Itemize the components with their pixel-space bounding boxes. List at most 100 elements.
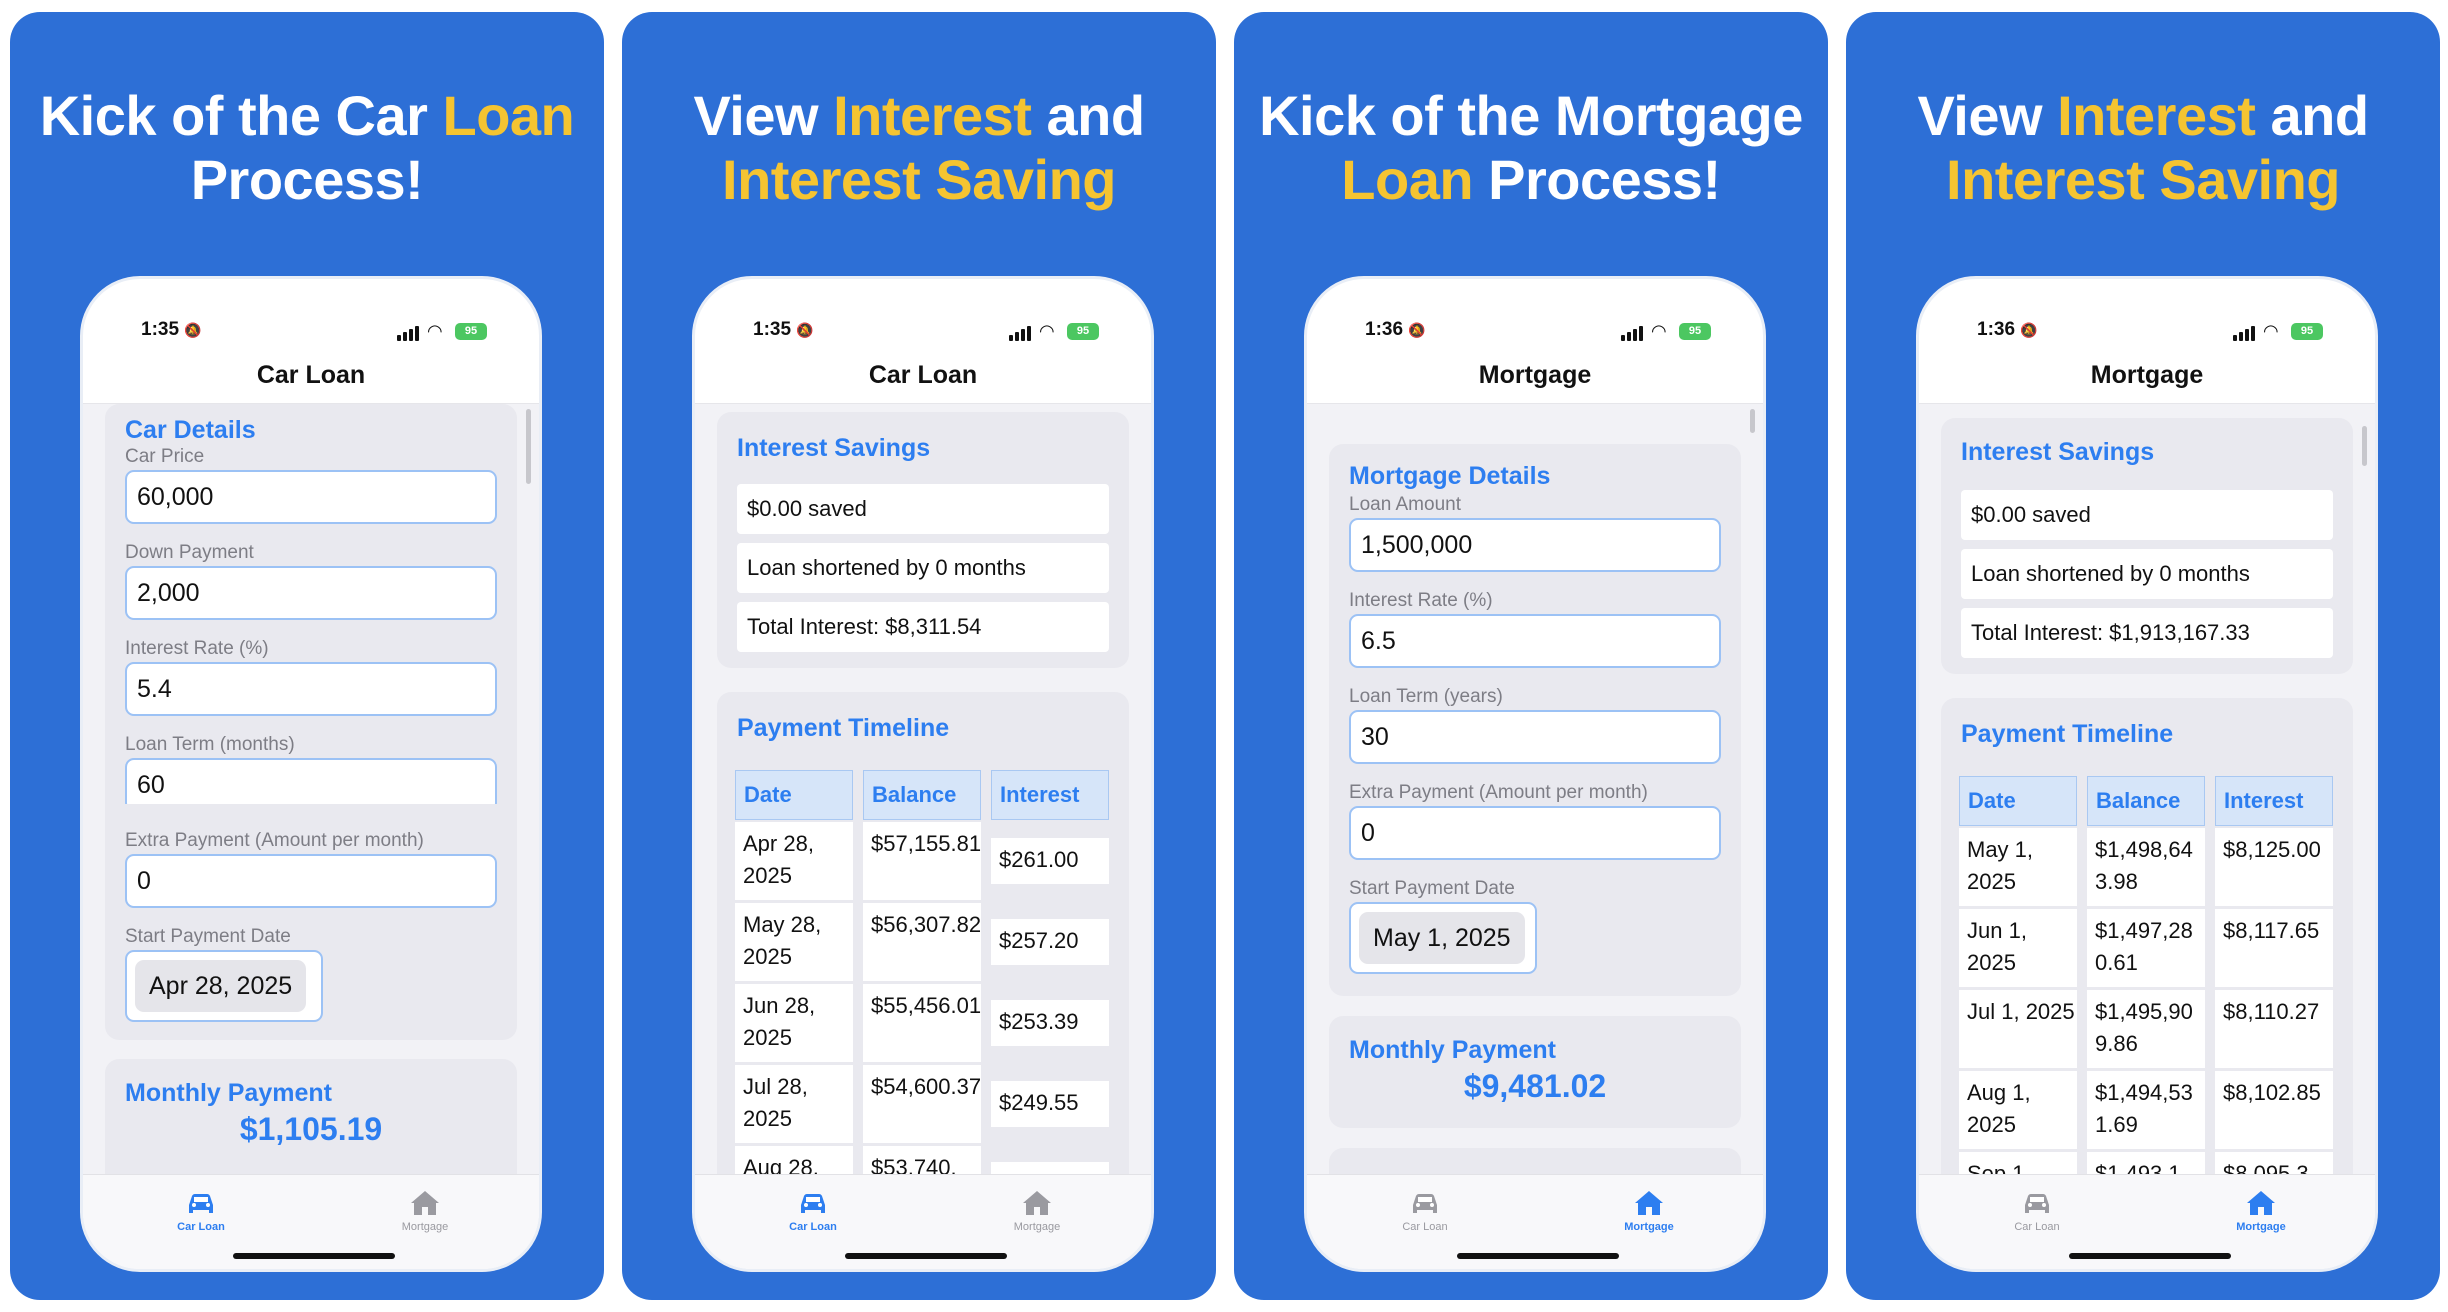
home-indicator[interactable] bbox=[2069, 1253, 2231, 1259]
cell-date: Aug 1, 2025 bbox=[1959, 1071, 2077, 1149]
nav-title: Mortgage bbox=[1478, 361, 1592, 389]
column-header: Balance bbox=[2087, 776, 2205, 826]
cell-date: Sep 1 bbox=[1959, 1152, 2077, 1174]
monthly-payment-title: Monthly Payment bbox=[125, 1079, 332, 1107]
scroll-content[interactable]: Interest Savings $0.00 saved Loan shorte… bbox=[1919, 404, 2375, 1174]
scrollbar[interactable] bbox=[2362, 426, 2367, 466]
house-icon bbox=[1023, 1191, 1051, 1215]
phone-mockup: 1:35 🔕 ◠ 95 Car Loan Interest Savings $0… bbox=[692, 276, 1154, 1272]
home-indicator[interactable] bbox=[1457, 1253, 1619, 1259]
cell-balance: $1,494,531.69 bbox=[2087, 1071, 2205, 1149]
monthly-payment-value: $1,105.19 bbox=[239, 1111, 383, 1147]
bell-muted-icon: 🔕 bbox=[184, 322, 202, 338]
cell-balance: $57,155.81 bbox=[863, 822, 981, 900]
nav-title: Car Loan bbox=[868, 361, 978, 389]
field-label: Extra Payment (Amount per month) bbox=[125, 830, 424, 851]
status-bar: 1:36 🔕 ◠ 95 bbox=[1919, 319, 2375, 349]
scroll-content[interactable]: Mortgage Details Loan Amount 1,500,000 I… bbox=[1307, 404, 1763, 1174]
payment-timeline-card: Payment Timeline Date Balance Interest M… bbox=[1941, 698, 2353, 1174]
headline-highlight: Interest Saving bbox=[722, 148, 1116, 211]
interest-savings-card: Interest Savings $0.00 saved Loan shorte… bbox=[717, 412, 1129, 668]
headline-highlight: Loan bbox=[1341, 148, 1474, 211]
tab-car-loan[interactable]: Car Loan bbox=[763, 1185, 863, 1233]
interest-rate-input[interactable]: 6.5 bbox=[1349, 614, 1721, 668]
cell-date: Aug 28, bbox=[735, 1146, 853, 1174]
extra-payment-input[interactable]: 0 bbox=[1349, 806, 1721, 860]
tab-mortgage[interactable]: Mortgage bbox=[1599, 1185, 1699, 1233]
signal-icon bbox=[1621, 325, 1643, 341]
extra-payment-input[interactable]: 0 bbox=[125, 854, 497, 908]
car-details-card-lower: Extra Payment (Amount per month) 0 Start… bbox=[105, 804, 517, 1040]
headline-text: View bbox=[1917, 84, 2058, 147]
phone-mockup: 1:36 🔕 ◠ 95 Mortgage Interest Savings $0… bbox=[1916, 276, 2378, 1272]
column-header: Date bbox=[1959, 776, 2077, 826]
scroll-content[interactable]: Car Details Car Price 60,000 Down Paymen… bbox=[83, 404, 539, 1174]
house-icon bbox=[1635, 1191, 1663, 1215]
field-label: Interest Rate (%) bbox=[1349, 590, 1493, 611]
payment-timeline-card: Payment Timeline Date Balance Interest A… bbox=[717, 692, 1129, 1174]
headline-highlight: Interest Saving bbox=[1946, 148, 2340, 211]
tab-label: Car Loan bbox=[1402, 1221, 1448, 1233]
next-card bbox=[1329, 1148, 1741, 1174]
cell-date: Apr 28, 2025 bbox=[735, 822, 853, 900]
total-interest: Total Interest: $8,311.54 bbox=[737, 602, 1109, 652]
car-icon bbox=[801, 1194, 825, 1213]
tab-label: Mortgage bbox=[2236, 1221, 2286, 1233]
home-indicator[interactable] bbox=[233, 1253, 395, 1259]
section-title: Payment Timeline bbox=[737, 714, 950, 742]
battery-icon: 95 bbox=[2291, 323, 2323, 340]
scrollbar[interactable] bbox=[526, 409, 531, 484]
promo-panel-car-loan: Kick of the Car Loan Process! 1:35 🔕 ◠ 9… bbox=[10, 12, 604, 1300]
tab-mortgage[interactable]: Mortgage bbox=[987, 1185, 1087, 1233]
headline-highlight: Interest bbox=[833, 84, 1032, 147]
cell-balance: $56,307.82 bbox=[863, 903, 981, 981]
section-title: Interest Savings bbox=[1961, 438, 2155, 466]
scrollbar[interactable] bbox=[1750, 409, 1755, 433]
tab-label: Mortgage bbox=[1624, 1221, 1674, 1233]
car-price-input[interactable]: 60,000 bbox=[125, 470, 497, 524]
loan-term-input[interactable]: 30 bbox=[1349, 710, 1721, 764]
tab-car-loan[interactable]: Car Loan bbox=[1375, 1185, 1475, 1233]
cell-interest: $8,102.85 bbox=[2215, 1071, 2333, 1149]
cell-interest: $261.00 bbox=[991, 838, 1109, 884]
field-label: Start Payment Date bbox=[1349, 878, 1515, 899]
wifi-icon: ◠ bbox=[2263, 321, 2279, 341]
savings-amount: $0.00 saved bbox=[737, 484, 1109, 534]
monthly-payment-title: Monthly Payment bbox=[1349, 1036, 1556, 1064]
tab-mortgage[interactable]: Mortgage bbox=[2211, 1185, 2311, 1233]
panel-headline: View Interest and Interest Saving bbox=[622, 84, 1216, 212]
signal-icon bbox=[397, 325, 419, 341]
status-time: 1:36 🔕 bbox=[1365, 319, 1426, 340]
home-indicator[interactable] bbox=[845, 1253, 1007, 1259]
savings-amount: $0.00 saved bbox=[1961, 490, 2333, 540]
status-time: 1:36 🔕 bbox=[1977, 319, 2038, 340]
column-header: Interest bbox=[991, 770, 1109, 820]
tab-car-loan[interactable]: Car Loan bbox=[151, 1185, 251, 1233]
down-payment-input[interactable]: 2,000 bbox=[125, 566, 497, 620]
headline-highlight: Interest bbox=[2057, 84, 2256, 147]
wifi-icon: ◠ bbox=[1651, 321, 1667, 341]
monthly-payment-value: $9,481.02 bbox=[1463, 1068, 1607, 1104]
start-date-picker[interactable]: Apr 28, 2025 bbox=[125, 950, 323, 1022]
status-bar: 1:35 🔕 ◠ 95 bbox=[695, 319, 1151, 349]
battery-icon: 95 bbox=[1067, 323, 1099, 340]
cell-interest: $253.39 bbox=[991, 1000, 1109, 1046]
panel-headline: View Interest and Interest Saving bbox=[1846, 84, 2440, 212]
interest-savings-card: Interest Savings $0.00 saved Loan shorte… bbox=[1941, 418, 2353, 674]
cell-balance: $1,493,1 bbox=[2087, 1152, 2205, 1174]
cell-interest: $249.55 bbox=[991, 1081, 1109, 1127]
tab-car-loan[interactable]: Car Loan bbox=[1987, 1185, 2087, 1233]
start-date-value[interactable]: May 1, 2025 bbox=[1359, 912, 1525, 964]
interest-rate-input[interactable]: 5.4 bbox=[125, 662, 497, 716]
column-header: Date bbox=[735, 770, 853, 820]
loan-amount-input[interactable]: 1,500,000 bbox=[1349, 518, 1721, 572]
start-date-value[interactable]: Apr 28, 2025 bbox=[135, 960, 307, 1012]
field-label: Extra Payment (Amount per month) bbox=[1349, 782, 1648, 803]
tab-bar: Car Loan Mortgage bbox=[83, 1174, 539, 1269]
scroll-content[interactable]: Interest Savings $0.00 saved Loan shorte… bbox=[695, 404, 1151, 1174]
tab-mortgage[interactable]: Mortgage bbox=[375, 1185, 475, 1233]
monthly-payment-card: Monthly Payment $9,481.02 bbox=[1329, 1016, 1741, 1128]
start-date-picker[interactable]: May 1, 2025 bbox=[1349, 902, 1537, 974]
cell-interest: $8,095.3 bbox=[2215, 1152, 2333, 1174]
promo-panel-car-interest: View Interest and Interest Saving 1:35 🔕… bbox=[622, 12, 1216, 1300]
